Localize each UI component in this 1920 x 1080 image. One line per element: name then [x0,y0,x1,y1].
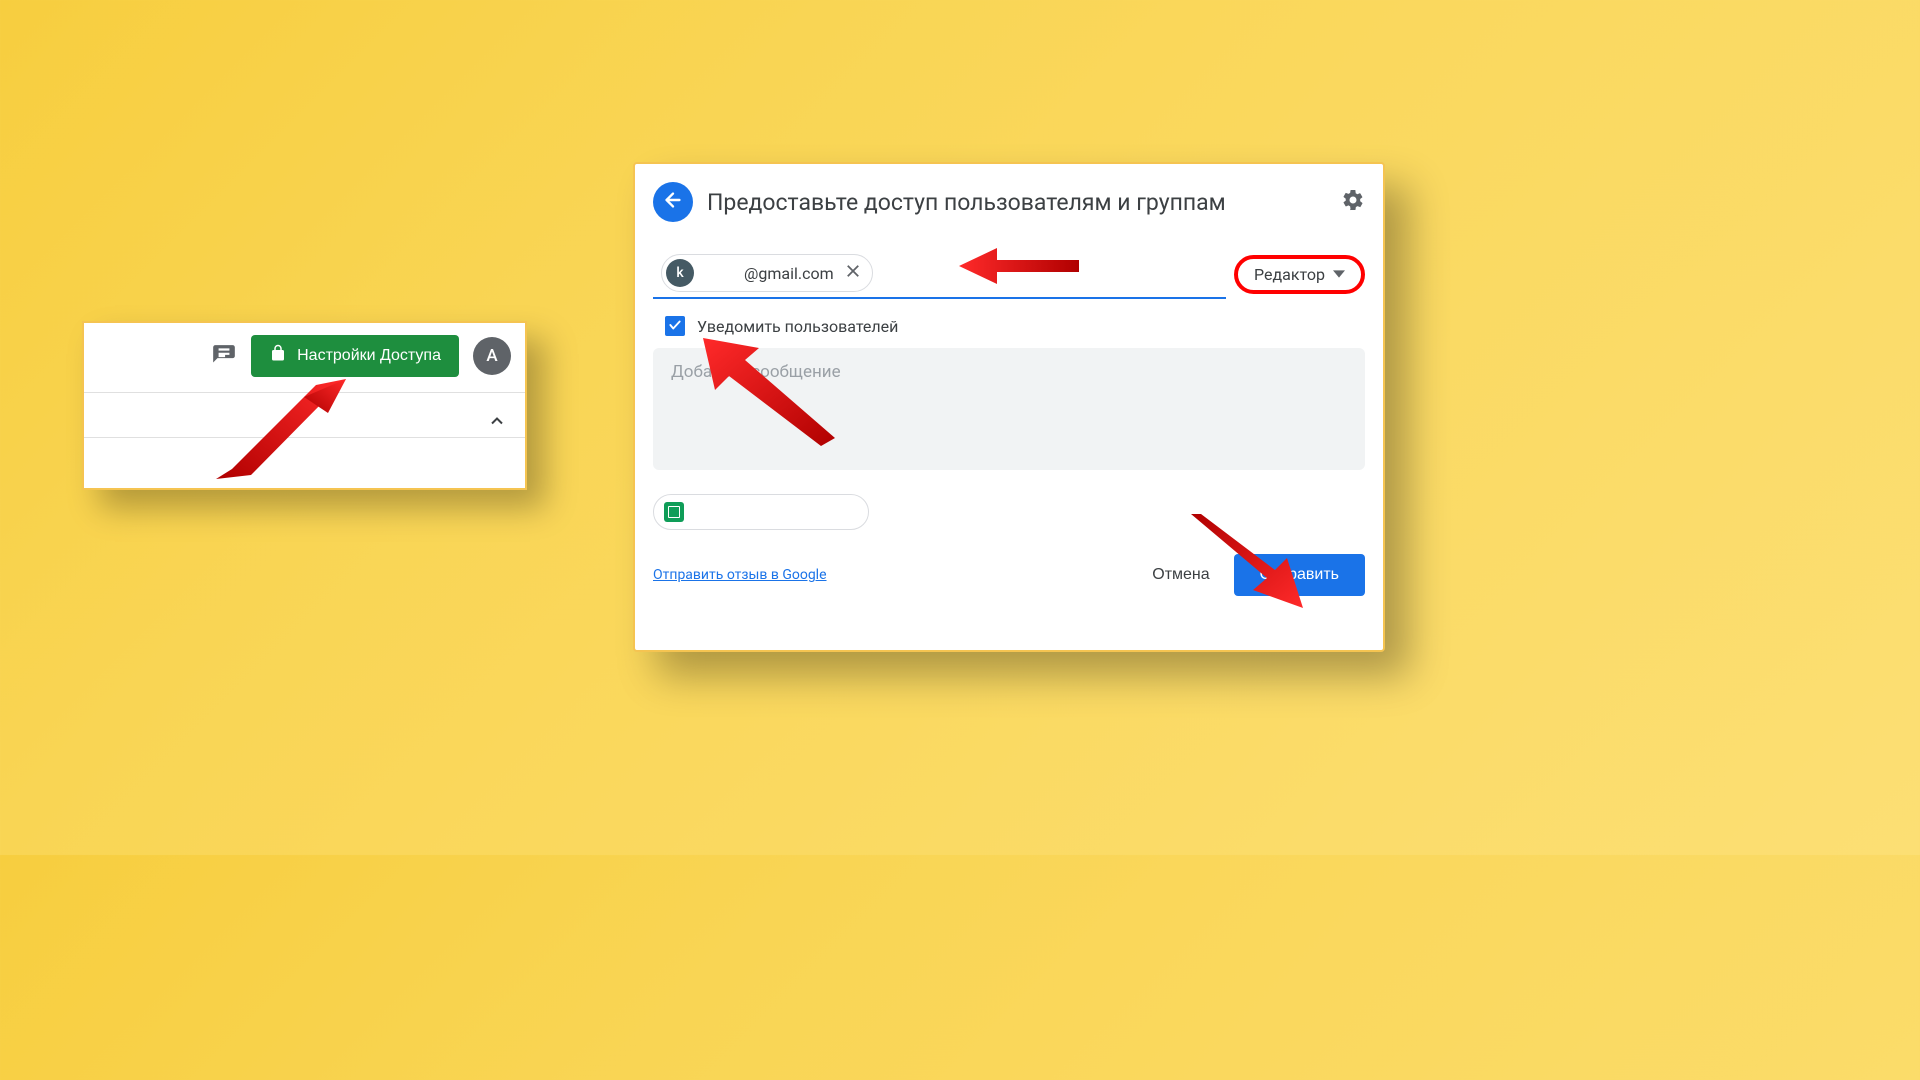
toolbar-row: Настройки Доступа A [84,323,525,388]
divider [84,437,525,438]
close-icon [844,265,862,284]
chip-avatar-initial: k [676,265,683,281]
dialog-header: Предоставьте доступ пользователям и груп… [653,182,1365,222]
lock-icon [269,344,287,367]
toolbar-snippet: Настройки Доступа A [82,321,527,490]
share-button-label: Настройки Доступа [297,347,441,365]
avatar[interactable]: A [473,337,511,375]
avatar-initial: A [486,346,497,366]
cancel-button[interactable]: Отмена [1138,558,1223,592]
divider [84,392,525,393]
settings-button[interactable] [1341,188,1365,216]
sheets-icon [664,502,684,522]
send-button[interactable]: Отправить [1234,554,1365,596]
chip-remove-button[interactable] [844,262,862,284]
arrow-left-icon [662,189,684,215]
notify-row: Уведомить пользователей [653,316,1365,336]
chip-avatar: k [666,259,694,287]
message-textarea[interactable] [653,348,1365,470]
role-dropdown[interactable]: Редактор [1234,255,1365,294]
notify-label: Уведомить пользователей [697,317,898,336]
people-input[interactable]: k @gmail.com [653,249,1226,299]
annotation-arrow-icon [196,379,346,489]
role-label: Редактор [1254,265,1325,284]
check-icon [668,317,682,336]
people-input-row: k @gmail.com Редактор [653,246,1365,302]
share-dialog: Предоставьте доступ пользователям и груп… [633,162,1385,652]
attachment-pill[interactable] [653,494,869,530]
notify-checkbox[interactable] [665,316,685,336]
comment-icon[interactable] [211,343,237,369]
dialog-title: Предоставьте доступ пользователям и груп… [707,189,1327,216]
dialog-footer: Отправить отзыв в Google Отмена Отправит… [653,554,1365,596]
gear-icon [1341,197,1365,216]
caret-down-icon [1333,265,1345,284]
share-settings-button[interactable]: Настройки Доступа [251,335,459,377]
back-button[interactable] [653,182,693,222]
chevron-up-icon[interactable] [487,411,507,435]
chip-email: @gmail.com [704,264,834,283]
feedback-link[interactable]: Отправить отзыв в Google [653,567,827,583]
email-chip: k @gmail.com [661,254,873,292]
